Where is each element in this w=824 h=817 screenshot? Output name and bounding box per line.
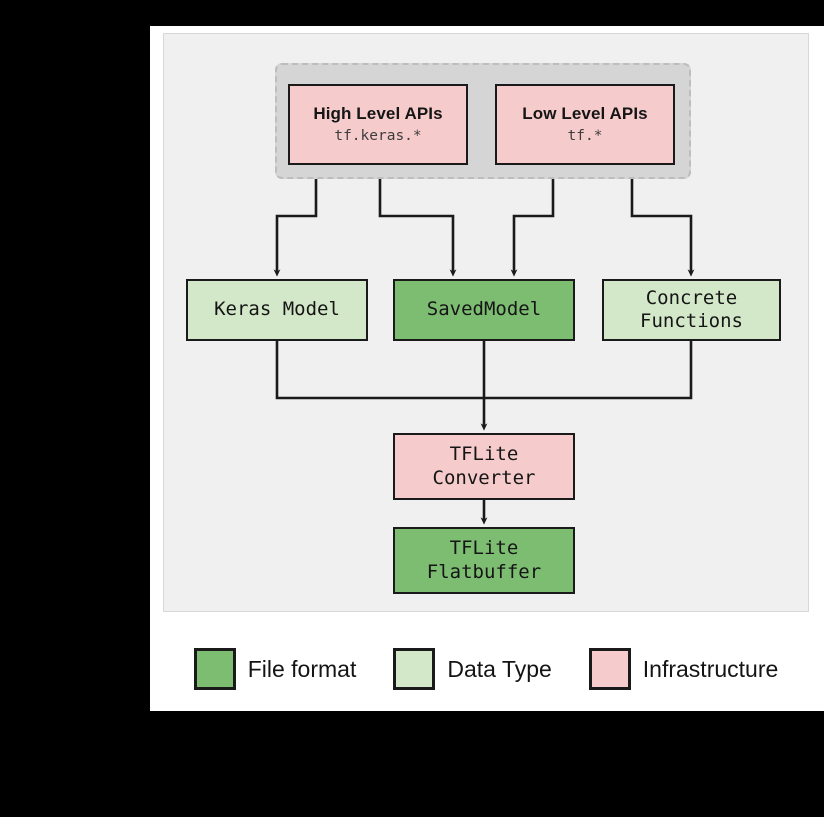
node-title-line2: Converter (432, 466, 536, 489)
node-keras-model[interactable]: Keras Model (186, 279, 368, 341)
legend-item-infrastructure: Infrastructure (588, 648, 779, 690)
legend-item-file-format: File format (193, 648, 357, 690)
node-concrete-functions[interactable]: Concrete Functions (602, 279, 781, 341)
legend-item-data-type: Data Type (393, 648, 552, 690)
page-card: High Level APIs tf.keras.* Low Level API… (150, 26, 824, 711)
node-title-line1: Concrete (645, 286, 738, 309)
node-tflite-flatbuffer[interactable]: TFLite Flatbuffer (393, 527, 575, 594)
legend-swatch-data-type (393, 648, 436, 690)
node-title: Low Level APIs (522, 103, 648, 123)
node-low-level-apis[interactable]: Low Level APIs tf.* (495, 84, 675, 165)
legend-swatch-infrastructure (588, 648, 631, 690)
node-title-line2: Functions (640, 310, 743, 332)
node-subtitle: tf.keras.* (334, 127, 422, 144)
node-title: Keras Model (214, 298, 340, 321)
node-subtitle: tf.* (567, 127, 603, 144)
node-title-line2: Flatbuffer (426, 560, 542, 583)
diagram-panel: High Level APIs tf.keras.* Low Level API… (163, 33, 809, 612)
legend-label-infrastructure: Infrastructure (642, 655, 779, 682)
node-title: SavedModel (426, 298, 542, 321)
node-tflite-converter[interactable]: TFLite Converter (393, 433, 575, 500)
node-high-level-apis[interactable]: High Level APIs tf.keras.* (288, 84, 468, 165)
node-title-line1: TFLite (449, 537, 519, 560)
node-title-line1: TFLite (449, 443, 519, 466)
node-title: High Level APIs (313, 103, 443, 123)
legend-label-data-type: Data Type (447, 655, 552, 682)
node-savedmodel[interactable]: SavedModel (393, 279, 575, 341)
legend-label-file-format: File format (247, 655, 357, 682)
legend-swatch-file-format (193, 648, 236, 690)
legend: File format Data Type Infrastructure (163, 634, 809, 704)
